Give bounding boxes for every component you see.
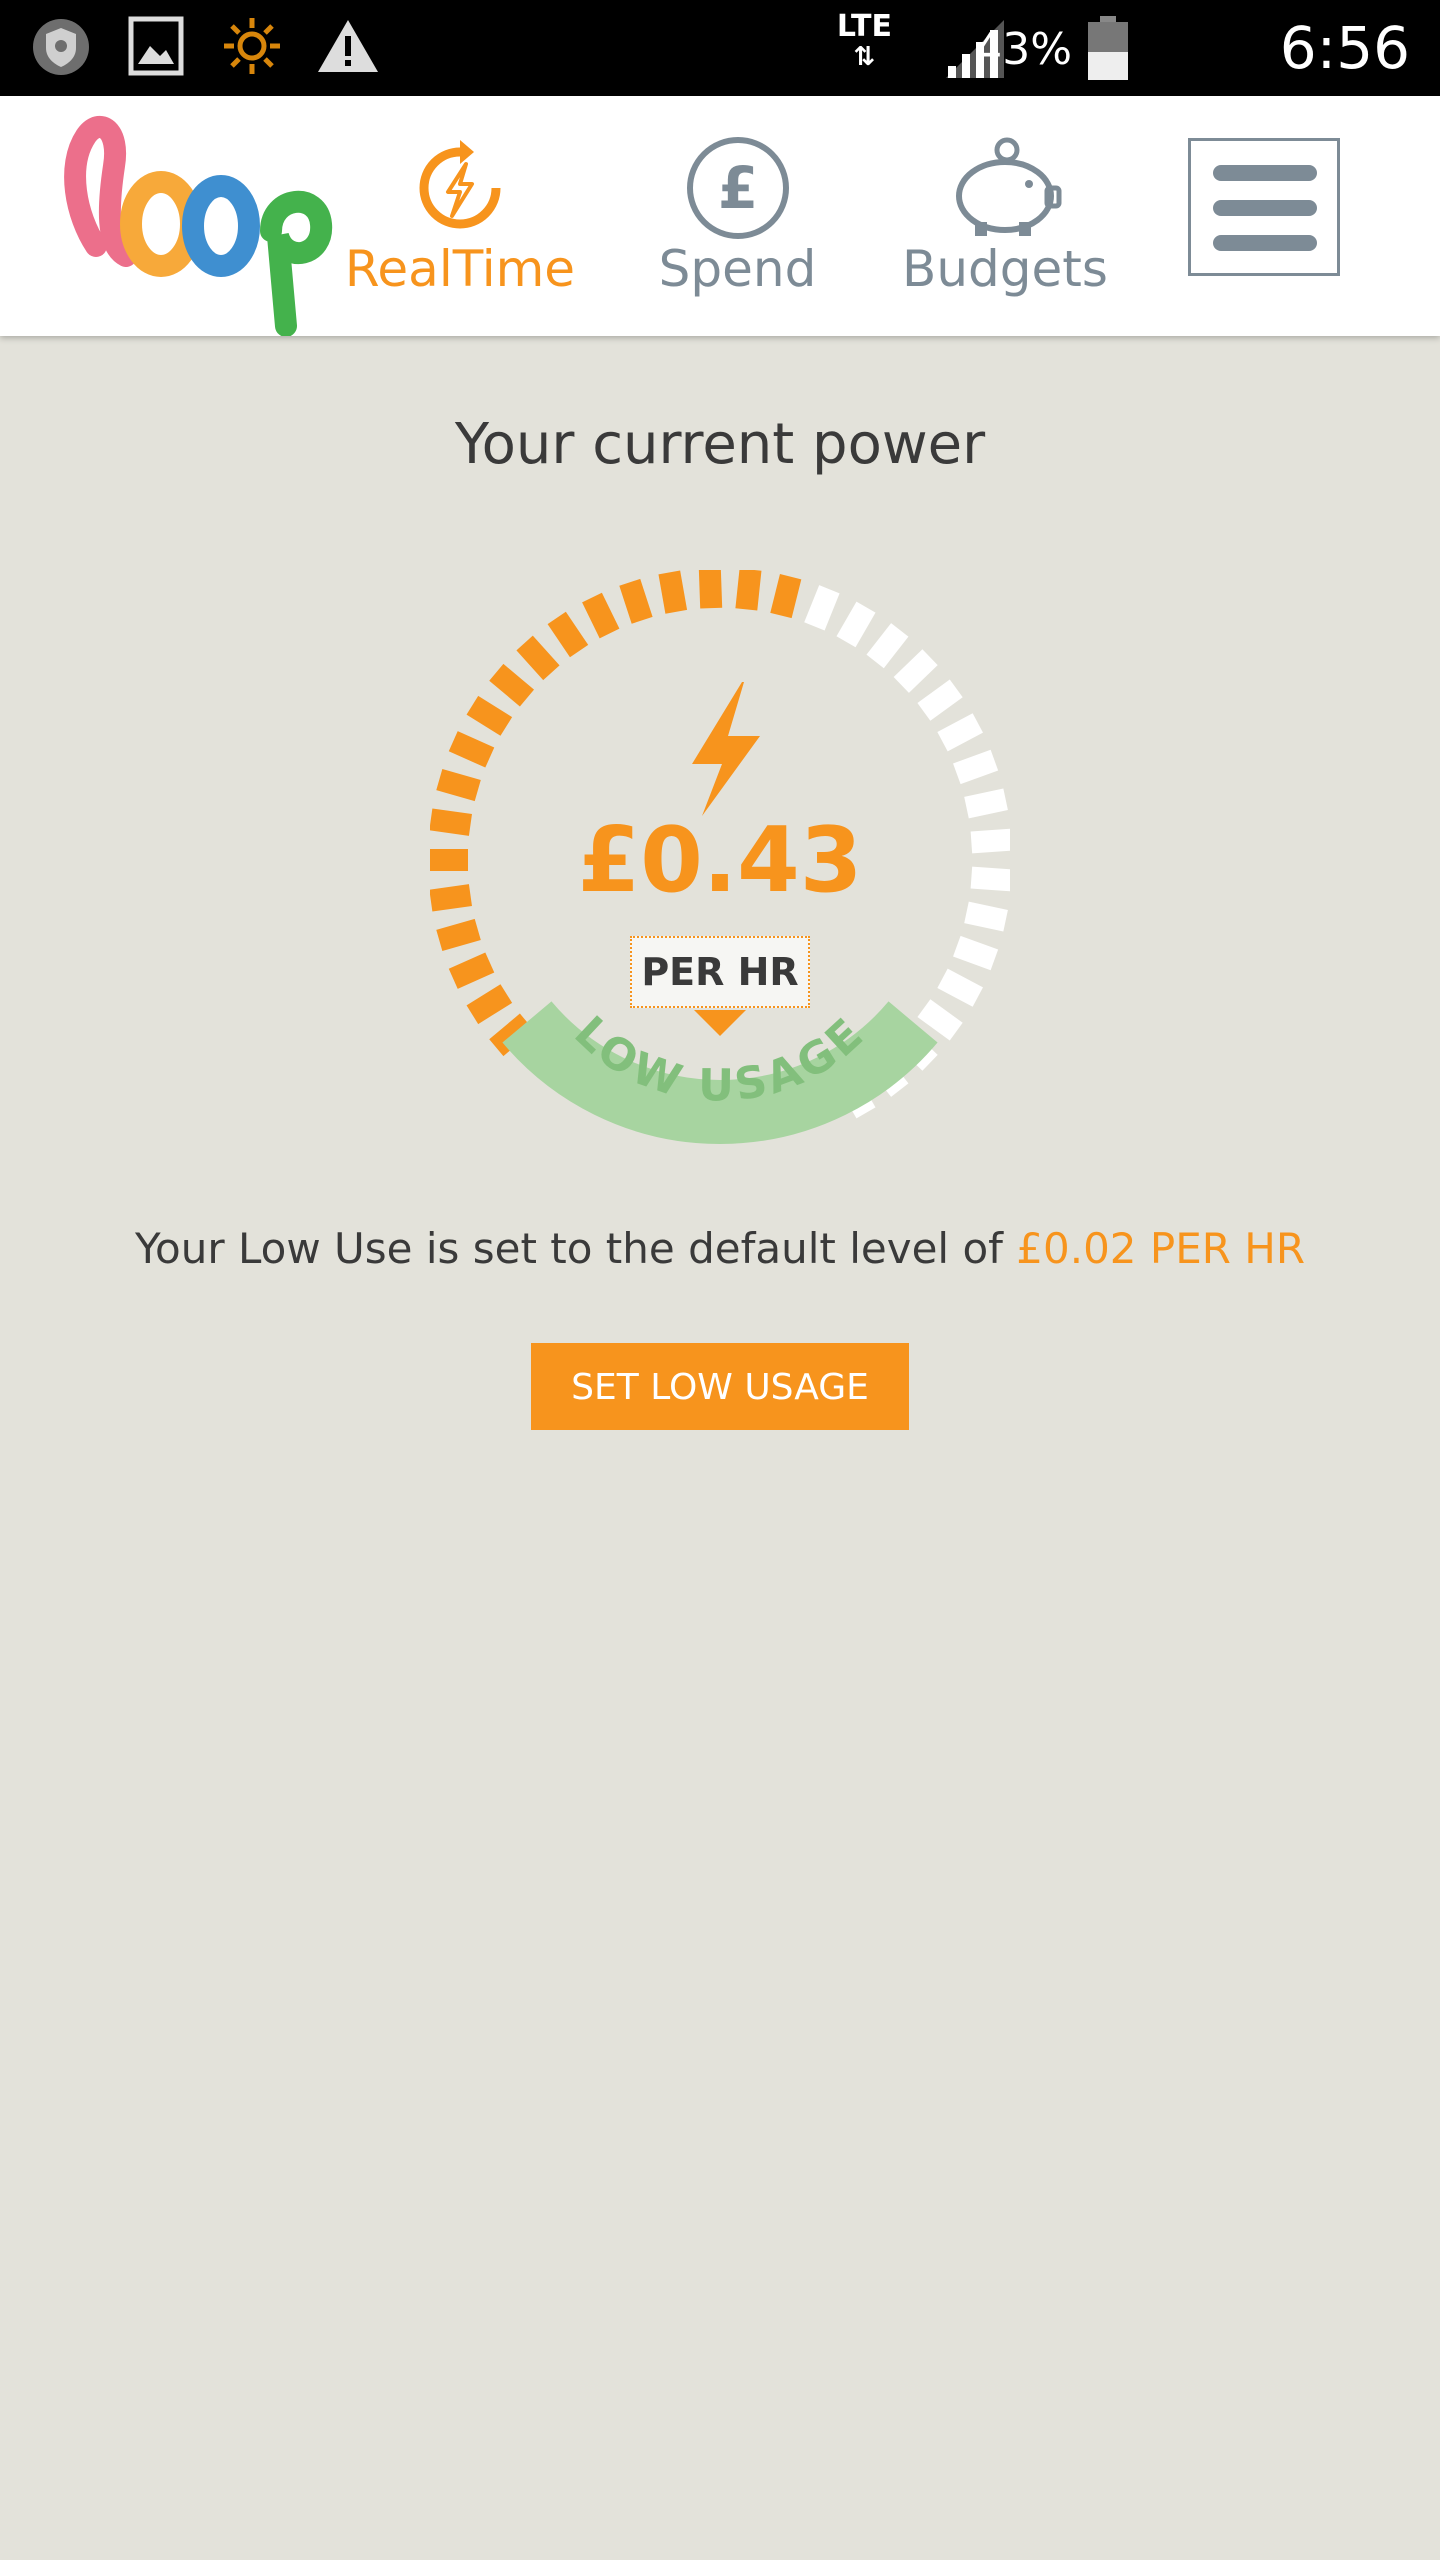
battery-percent: 43% [974,24,1072,75]
gauge-tick [964,901,1008,932]
gauge-tick [866,623,909,669]
gauge-tick [917,999,963,1041]
battery-icon [1088,16,1128,80]
status-bar: LTE ⇅ 43% 6:56 p.m. [0,0,1440,150]
warning-icon [318,20,378,72]
bolt-icon [692,682,760,816]
piggy-bank-icon [956,137,1062,236]
gauge-tick [516,635,560,681]
unit-badge: PER HR [630,936,810,1008]
gauge-tick [698,570,723,609]
gauge-tick [448,731,495,768]
gauge-tick [436,768,481,802]
gauge-tick [893,649,938,693]
gauge-tick [917,679,963,721]
tab-budgets-label: Budgets [902,240,1108,298]
gauge-tick [953,749,999,785]
sun-icon [224,18,280,74]
gauge-tick [804,585,840,631]
tab-realtime[interactable]: RealTime [335,96,585,336]
gauge-tick [770,574,802,619]
shield-icon [33,19,89,75]
page-title: Your current power [454,412,986,477]
set-low-usage-button[interactable]: SET LOW USAGE [531,1343,909,1430]
gauge-tick [937,713,983,752]
bolt-circle-icon [419,140,501,229]
tab-realtime-label: RealTime [344,240,576,298]
unit-badge-arrow [694,1010,746,1036]
gauge-tick [953,935,999,971]
menu-button[interactable] [1188,138,1340,276]
low-use-message: Your Low Use is set to the default level… [0,1224,1440,1273]
gauge-tick [937,968,983,1007]
gauge-tick [836,601,876,648]
current-price: £0.43 [577,808,863,913]
gauge-tick [436,918,481,952]
data-arrows-icon: ⇅ [853,42,876,72]
gauge-tick [448,952,495,989]
tab-budgets[interactable]: Budgets [890,96,1120,336]
network-type: LTE ⇅ [836,9,892,73]
gauge-tick [466,695,513,736]
tab-spend[interactable]: £ Spend [645,96,830,336]
gauge-tick [547,611,589,658]
pound-circle-icon: £ [686,137,789,239]
svg-text:£: £ [717,154,757,222]
low-use-text: Your Low Use is set to the default level… [134,1224,1003,1273]
gauge-tick [964,788,1008,819]
gauge-tick [466,984,513,1025]
app-header: RealTime £ Spend Budgets [0,96,1440,336]
tab-spend-label: Spend [658,240,817,298]
gauge-tick [735,570,762,611]
loop-logo[interactable] [56,96,356,336]
gallery-icon [128,16,184,76]
low-use-value: £0.02 PER HR [1016,1224,1306,1273]
network-label: LTE [836,9,892,44]
gauge-tick [582,592,620,639]
gauge-tick [619,578,653,624]
gauge-tick [658,570,688,614]
gauge-tick [489,663,535,707]
